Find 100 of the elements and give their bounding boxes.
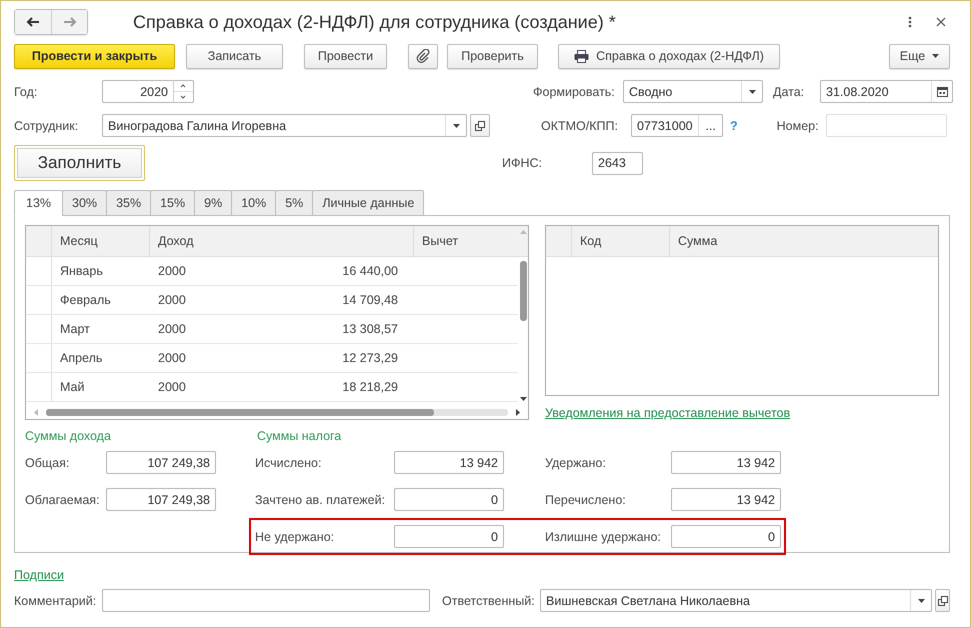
field-label: ОКТМО/КПП: — [541, 118, 619, 132]
table-row[interactable]: Март 2000 13 308,57 — [26, 315, 518, 344]
table-row[interactable]: Февраль 2000 14 709,48 — [26, 286, 518, 315]
amount-field[interactable]: 0 — [671, 525, 781, 548]
field-label: Комментарий: — [14, 594, 98, 608]
fill-button[interactable]: Заполнить — [14, 145, 145, 181]
year-field[interactable]: 2020 — [102, 80, 194, 103]
section-title: Суммы налога — [257, 429, 342, 443]
more-icon[interactable] — [908, 16, 912, 28]
caret-icon — [918, 598, 924, 602]
amount-field[interactable]: 13 942 — [671, 488, 781, 511]
table-cell: 2000 — [158, 380, 186, 394]
responsible-dropdown[interactable]: Вишневская Светлана Николаевна — [540, 589, 932, 612]
field-label: ИФНС: — [502, 156, 544, 170]
column-header[interactable]: Сумма — [670, 226, 938, 256]
scroll-right-icon[interactable] — [516, 408, 520, 416]
form-type-dropdown[interactable]: Сводно — [623, 80, 763, 103]
table-row[interactable]: Май 2000 18 218,29 — [26, 373, 518, 402]
field-label: Исчислено: — [255, 456, 322, 470]
column-header[interactable]: Доход — [150, 226, 414, 256]
tab[interactable]: 35% — [106, 190, 152, 216]
back-arrow-icon — [26, 17, 40, 27]
table-cell: 16 440,00 — [342, 264, 398, 278]
window-title: Справка о доходах (2-НДФЛ) для сотрудника (создание) * — [133, 12, 617, 32]
oktmo-field[interactable]: 07731000 ... — [631, 114, 723, 137]
tab[interactable]: 15% — [150, 190, 196, 216]
spinner-icon[interactable] — [173, 80, 193, 103]
date-field[interactable]: 31.08.2020 — [820, 80, 953, 103]
field-label: Облагаемая: — [25, 492, 101, 506]
print-button[interactable]: Справка о доходах (2-НДФЛ) — [558, 44, 780, 68]
tab[interactable]: 10% — [231, 190, 276, 216]
table-cell: 12 273,29 — [342, 351, 398, 365]
table-cell: Март — [60, 322, 90, 336]
caret-icon — [932, 54, 940, 58]
ifns-field[interactable]: 2643 — [592, 152, 643, 174]
table-cell: 2000 — [158, 351, 186, 365]
help-link[interactable]: ? — [730, 118, 738, 132]
table-cell: 14 709,48 — [342, 293, 398, 307]
toolbar-button[interactable]: Проверить — [447, 44, 538, 68]
choose-button[interactable]: ... — [698, 115, 723, 136]
table-cell: Май — [60, 380, 84, 394]
open-window-icon — [475, 120, 485, 130]
open-button[interactable] — [470, 114, 490, 137]
signatures-link[interactable]: Подписи — [14, 568, 64, 582]
column-header[interactable]: Вычет — [414, 226, 518, 256]
scroll-down-icon[interactable] — [520, 397, 526, 401]
table-cell: Январь — [60, 264, 103, 278]
field-label: Зачтено ав. платежей: — [255, 492, 386, 506]
close-icon[interactable] — [936, 17, 946, 27]
amount-field[interactable]: 0 — [394, 525, 504, 548]
tab[interactable]: 30% — [62, 190, 108, 216]
amount-field[interactable]: 0 — [394, 488, 504, 511]
field-label: Ответственный: — [442, 594, 536, 608]
more-menu-button[interactable]: Еще — [889, 44, 950, 68]
table-cell: 18 218,29 — [342, 380, 398, 394]
caret-icon — [452, 124, 460, 128]
table-row[interactable]: Апрель 2000 12 273,29 — [26, 344, 518, 373]
table-cell: 2000 — [158, 264, 186, 278]
table-cell: 2000 — [158, 293, 186, 307]
field-label: Номер: — [776, 118, 820, 132]
field-label: Перечислено: — [545, 492, 627, 506]
section-title: Суммы дохода — [25, 429, 111, 443]
tab[interactable]: 5% — [275, 190, 314, 216]
printer-icon — [574, 50, 590, 62]
open-button[interactable] — [935, 589, 950, 612]
field-label: Удержано: — [545, 456, 607, 470]
deductions-link[interactable]: Уведомления на предоставление вычетов — [545, 406, 790, 420]
field-label: Общая: — [25, 456, 70, 470]
field-label: Формировать: — [533, 84, 616, 98]
calendar-icon — [936, 86, 948, 97]
field-label: Не удержано: — [255, 530, 336, 544]
field-label: Дата: — [773, 84, 806, 98]
tab[interactable]: 13% — [14, 190, 64, 216]
attach-button[interactable] — [408, 44, 438, 68]
post-and-close-button[interactable]: Провести и закрыть — [14, 44, 175, 68]
scrollbar-thumb[interactable] — [520, 261, 526, 321]
scrollbar-thumb[interactable] — [46, 408, 434, 416]
forward-arrow-icon — [62, 17, 76, 27]
field-label: Сотрудник: — [14, 118, 80, 132]
employee-dropdown[interactable]: Виноградова Галина Игоревна — [102, 114, 467, 137]
amount-field[interactable]: 107 249,38 — [106, 488, 216, 511]
amount-field[interactable]: 13 942 — [671, 451, 781, 474]
back-button[interactable] — [15, 10, 51, 34]
toolbar-button[interactable]: Провести — [304, 44, 387, 68]
table-row[interactable]: Январь 2000 16 440,00 — [26, 257, 518, 286]
comment-field[interactable] — [102, 589, 430, 612]
amount-field[interactable]: 107 249,38 — [106, 451, 216, 474]
caret-icon — [748, 90, 756, 94]
amount-field[interactable]: 13 942 — [394, 451, 504, 474]
column-header[interactable]: Месяц — [52, 226, 150, 256]
table-cell: Февраль — [60, 293, 111, 307]
column-header[interactable]: Код — [572, 226, 670, 256]
toolbar-button[interactable]: Записать — [186, 44, 283, 68]
paperclip-icon — [416, 49, 430, 63]
field-label: Год: — [14, 84, 38, 98]
open-window-icon — [938, 596, 948, 606]
table-cell: 2000 — [158, 322, 186, 336]
tab[interactable]: Личные данные — [312, 190, 424, 216]
tab[interactable]: 9% — [194, 190, 232, 216]
table-cell: Апрель — [60, 351, 102, 365]
